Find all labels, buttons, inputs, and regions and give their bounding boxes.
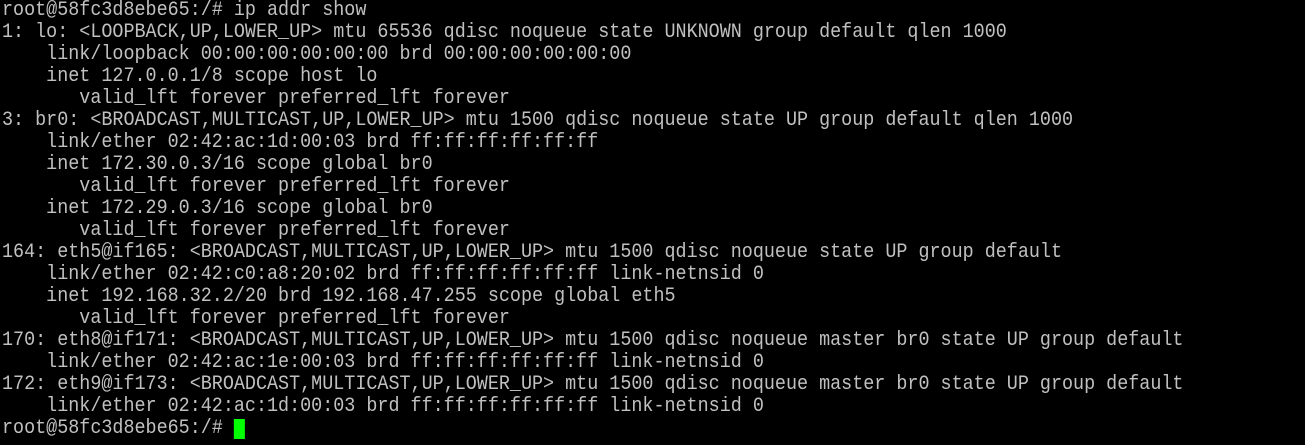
prompt-text: root@58fc3d8ebe65:/# — [2, 417, 234, 440]
output-line: link/loopback 00:00:00:00:00:00 brd 00:0… — [2, 43, 632, 66]
output-line: valid_lft forever preferred_lft forever — [2, 219, 510, 242]
output-line: 172: eth9@if173: <BROADCAST,MULTICAST,UP… — [2, 373, 1184, 396]
output-line: valid_lft forever preferred_lft forever — [2, 87, 510, 110]
output-line: inet 172.29.0.3/16 scope global br0 — [2, 197, 433, 220]
prompt-text: root@58fc3d8ebe65:/# — [2, 0, 234, 22]
command-line: root@58fc3d8ebe65:/# ip addr show — [2, 0, 1201, 22]
output-line: link/ether 02:42:ac:1d:00:03 brd ff:ff:f… — [2, 395, 764, 418]
output-line: valid_lft forever preferred_lft forever — [2, 175, 510, 198]
output-line: valid_lft forever preferred_lft forever — [2, 307, 510, 330]
output-line: link/ether 02:42:c0:a8:20:02 brd ff:ff:f… — [2, 263, 764, 286]
cursor-block — [233, 419, 245, 439]
output-line: inet 172.30.0.3/16 scope global br0 — [2, 153, 433, 176]
output-line: inet 192.168.32.2/20 brd 192.168.47.255 … — [2, 285, 676, 308]
output-line: 170: eth8@if171: <BROADCAST,MULTICAST,UP… — [2, 329, 1184, 352]
output-line: link/ether 02:42:ac:1e:00:03 brd ff:ff:f… — [2, 351, 764, 374]
output-line: link/ether 02:42:ac:1d:00:03 brd ff:ff:f… — [2, 131, 599, 154]
input-line[interactable]: root@58fc3d8ebe65:/# — [2, 418, 1201, 440]
output-line: 1: lo: <LOOPBACK,UP,LOWER_UP> mtu 65536 … — [2, 21, 1007, 44]
output-line: 164: eth5@if165: <BROADCAST,MULTICAST,UP… — [2, 241, 1063, 264]
output-line: 3: br0: <BROADCAST,MULTICAST,UP,LOWER_UP… — [2, 109, 1074, 132]
command-text: ip addr show — [233, 0, 367, 22]
output-line: inet 127.0.0.1/8 scope host lo — [2, 65, 378, 88]
terminal-window[interactable]: root@58fc3d8ebe65:/# ip addr show 1: lo:… — [0, 0, 1305, 445]
